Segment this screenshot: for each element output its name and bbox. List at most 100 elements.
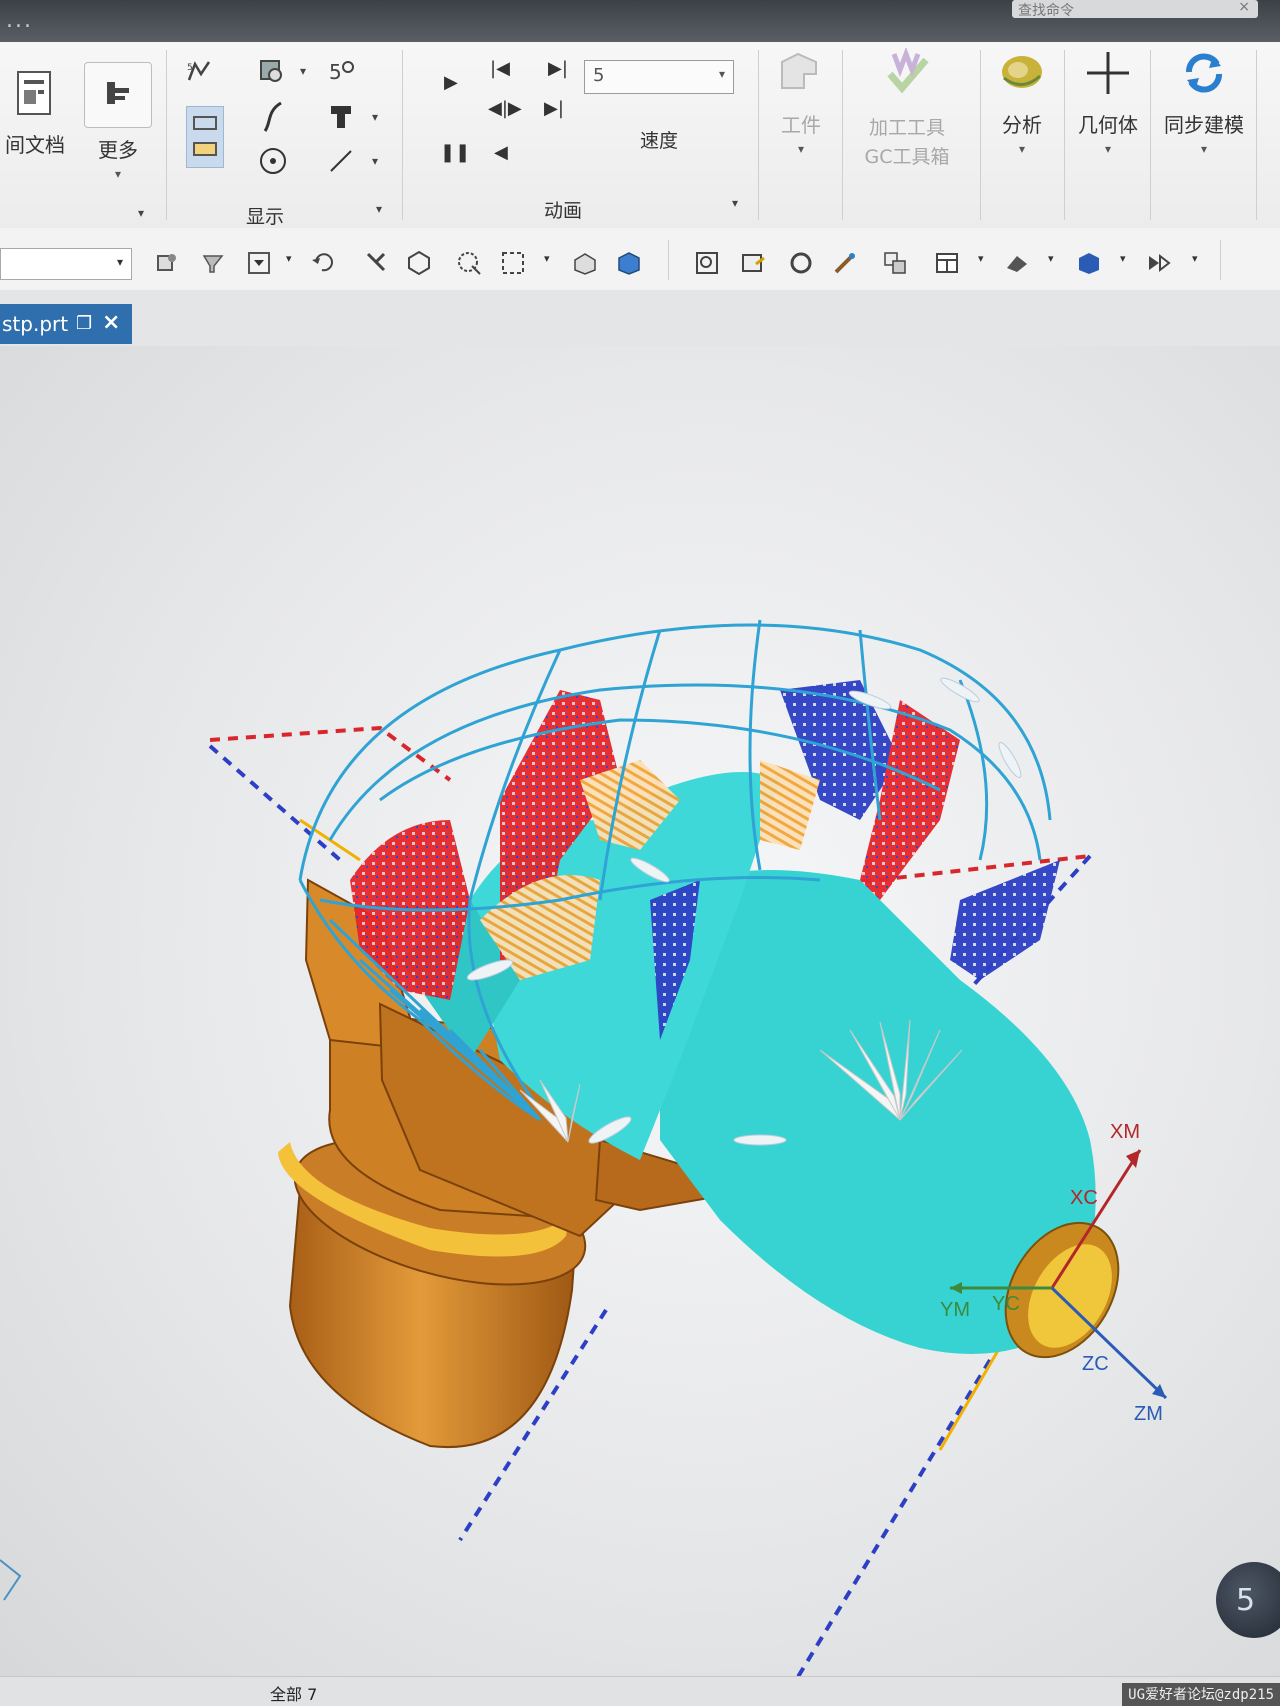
cam-simulation-scene: XM XC YM YC ZC ZM bbox=[0, 619, 1168, 1676]
select-filter-icon[interactable] bbox=[152, 248, 182, 278]
group-separator bbox=[980, 50, 981, 220]
machining-tools-button[interactable]: 加工工具 GC工具箱 bbox=[846, 46, 968, 169]
wireframe-body-icon[interactable] bbox=[570, 248, 600, 278]
add-filter-icon[interactable] bbox=[244, 248, 274, 278]
group-separator bbox=[1064, 50, 1065, 220]
doc-button[interactable]: 间文档 bbox=[0, 68, 70, 158]
reverse-icon[interactable]: ◀ bbox=[494, 142, 508, 163]
view-badge-label: 5 bbox=[1236, 1582, 1256, 1618]
more-icon bbox=[107, 82, 129, 104]
fit-view-icon[interactable] bbox=[692, 248, 722, 278]
display-marks-icon[interactable]: 5 bbox=[326, 56, 356, 86]
pan-view-icon[interactable] bbox=[830, 248, 860, 278]
animation-group-dropdown-icon[interactable]: ▾ bbox=[732, 196, 738, 210]
view-layout-dropdown-icon[interactable]: ▾ bbox=[978, 252, 984, 265]
group-separator bbox=[1256, 50, 1257, 220]
center-point-icon[interactable] bbox=[258, 146, 288, 176]
box-select-icon[interactable] bbox=[498, 248, 528, 278]
tool-display-icon[interactable] bbox=[326, 102, 356, 132]
search-placeholder: 查找命令 bbox=[1018, 3, 1074, 19]
axis-yc-label: YC bbox=[992, 1293, 1020, 1315]
rotate-select-icon[interactable] bbox=[308, 248, 338, 278]
machining-tools-label-line2: GC工具箱 bbox=[864, 146, 950, 168]
status-text: 全部 7 bbox=[270, 1685, 318, 1704]
search-close-icon[interactable]: × bbox=[1238, 0, 1250, 15]
command-search-input[interactable]: 查找命令 × bbox=[1012, 0, 1258, 19]
workpiece-dropdown-icon[interactable]: ▾ bbox=[766, 142, 836, 156]
tool-axis-icon[interactable] bbox=[326, 146, 356, 176]
axis-xm-label: XM bbox=[1110, 1121, 1140, 1143]
step-forward-end-icon[interactable]: ▶| bbox=[548, 58, 568, 79]
snap-select-icon[interactable] bbox=[362, 248, 392, 278]
group-separator bbox=[758, 50, 759, 220]
analysis-dropdown-icon[interactable]: ▾ bbox=[986, 142, 1058, 156]
polygon-select-icon[interactable] bbox=[404, 248, 434, 278]
show-hide-icon[interactable] bbox=[1144, 248, 1174, 278]
step-back-icon[interactable]: ◀|▶ bbox=[488, 98, 522, 119]
add-filter-dropdown-icon[interactable]: ▾ bbox=[286, 252, 292, 265]
geometry-label: 几何体 bbox=[1078, 113, 1138, 137]
workpiece-button[interactable]: 工件 ▾ bbox=[766, 48, 836, 156]
zoom-window-icon[interactable] bbox=[738, 248, 768, 278]
sync-icon bbox=[1186, 53, 1222, 93]
step-forward-icon[interactable]: ▶| bbox=[544, 98, 564, 119]
tool-axis-dropdown-icon[interactable]: ▾ bbox=[372, 154, 378, 168]
status-bar: 全部 7 UG爱好者论坛@zdp215 bbox=[0, 1676, 1280, 1706]
doc-button-label: 间文档 bbox=[5, 133, 65, 157]
tool-display-dropdown-icon[interactable]: ▾ bbox=[372, 110, 378, 124]
plus-icon bbox=[1087, 52, 1129, 94]
render-style-dropdown-icon[interactable]: ▾ bbox=[1048, 252, 1054, 265]
type-filter-dropdown-icon[interactable]: ▾ bbox=[117, 255, 123, 269]
type-filter-select[interactable]: ▾ bbox=[0, 248, 132, 280]
solid-body-icon[interactable] bbox=[614, 248, 644, 278]
axis-xc-label: XC bbox=[1070, 1187, 1098, 1209]
more-button-label: 更多 bbox=[98, 138, 138, 162]
geometry-dropdown-icon[interactable]: ▾ bbox=[1066, 142, 1150, 156]
box-select-dropdown-icon[interactable]: ▾ bbox=[544, 252, 550, 265]
orient-view-dropdown-icon[interactable]: ▾ bbox=[1120, 252, 1126, 265]
speed-value: 5 bbox=[593, 65, 605, 86]
axis-zc-label: ZC bbox=[1082, 1353, 1109, 1375]
tab-active-part[interactable]: stp.prt ❐ × bbox=[0, 304, 132, 344]
analysis-button[interactable]: 分析 ▾ bbox=[986, 48, 1058, 156]
curve-display-icon[interactable] bbox=[258, 101, 288, 132]
geometry-button[interactable]: 几何体 ▾ bbox=[1066, 48, 1150, 156]
sync-modeling-dropdown-icon[interactable]: ▾ bbox=[1156, 142, 1252, 156]
sync-modeling-button[interactable]: 同步建模 ▾ bbox=[1156, 48, 1252, 156]
watermark-text: UG爱好者论坛@zdp215 bbox=[1122, 1683, 1280, 1706]
render-style-icon[interactable] bbox=[1002, 248, 1032, 278]
display-mode-toggle[interactable] bbox=[186, 106, 224, 168]
speed-label: 速度 bbox=[640, 130, 679, 152]
speed-dropdown-icon[interactable]: ▾ bbox=[719, 67, 725, 81]
window-title: ... bbox=[6, 8, 33, 33]
view-triad-icon bbox=[0, 1559, 22, 1601]
group-dropdown-icon[interactable]: ▾ bbox=[138, 206, 144, 220]
step-back-start-icon[interactable]: |◀ bbox=[490, 58, 510, 79]
orient-view-icon[interactable] bbox=[1074, 248, 1104, 278]
ribbon: 间文档 更多 ▾ ▾ 5 ▾ 5 ▾ ▾ 显示 ▾ ▶ |◀ ▶| ◀|▶ ▶|… bbox=[0, 42, 1280, 229]
more-button[interactable]: 更多 ▾ bbox=[82, 62, 154, 181]
show-hide-dropdown-icon[interactable]: ▾ bbox=[1192, 252, 1198, 265]
workpiece-icon bbox=[781, 52, 817, 89]
layer-view-icon[interactable] bbox=[880, 248, 910, 278]
pause-icon[interactable]: ❚❚ bbox=[440, 142, 470, 163]
graphics-viewport[interactable]: XM XC YM YC ZC ZM bbox=[0, 346, 1280, 1676]
display-part-dropdown-icon[interactable]: ▾ bbox=[300, 64, 306, 78]
sphere-select-icon[interactable] bbox=[454, 248, 484, 278]
more-dropdown-icon[interactable]: ▾ bbox=[82, 167, 154, 181]
toolbar-separator bbox=[1220, 240, 1221, 280]
sync-modeling-label: 同步建模 bbox=[1164, 113, 1244, 137]
svg-text:5: 5 bbox=[329, 60, 342, 84]
view-layout-icon[interactable] bbox=[932, 248, 962, 278]
tab-close-icon[interactable]: × bbox=[102, 310, 120, 335]
speed-input[interactable]: 5 ▾ bbox=[584, 60, 734, 94]
reset-filter-icon[interactable] bbox=[198, 248, 228, 278]
machining-tools-label-line1: 加工工具 bbox=[868, 117, 945, 139]
play-icon[interactable]: ▶ bbox=[444, 72, 458, 93]
display-group-dropdown-icon[interactable]: ▾ bbox=[376, 202, 382, 216]
rotate-view-icon[interactable] bbox=[786, 248, 816, 278]
group-separator bbox=[1150, 50, 1151, 220]
animation-group-label: 动画 bbox=[544, 200, 583, 222]
display-part-icon[interactable] bbox=[256, 56, 286, 86]
toolpath-display-icon[interactable]: 5 bbox=[184, 56, 214, 86]
